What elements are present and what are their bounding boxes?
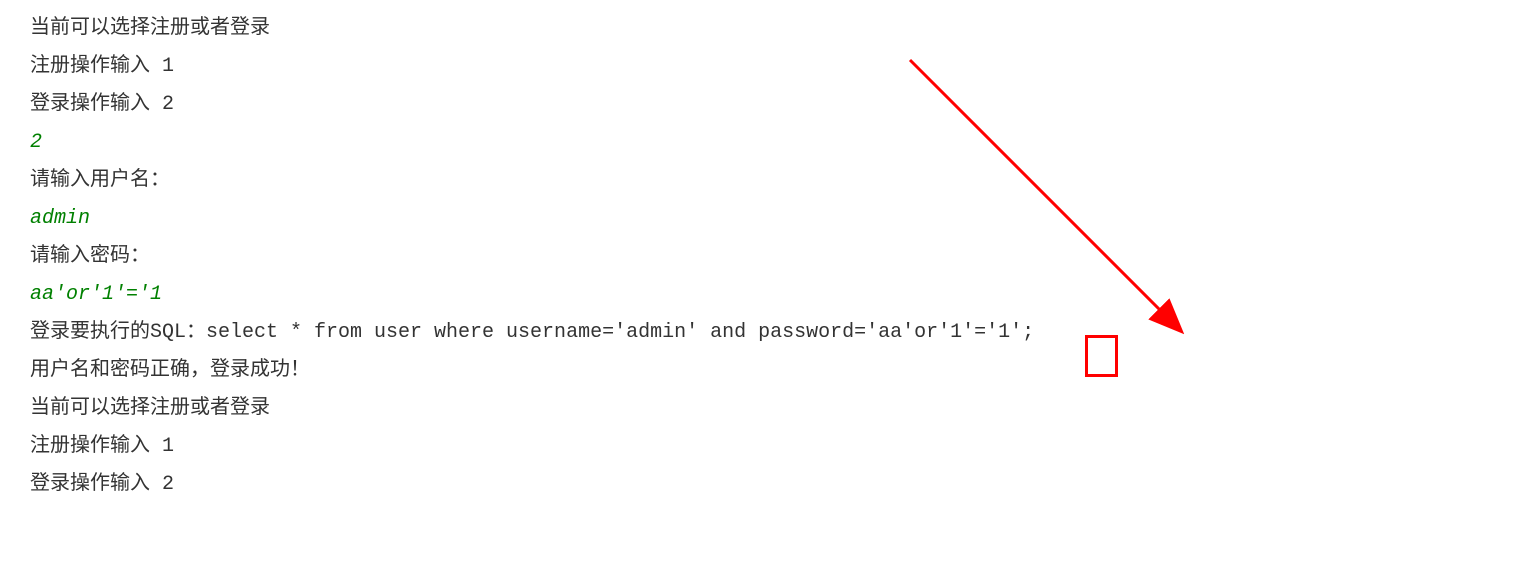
user-input-line: aa'or'1'='1 xyxy=(30,276,1490,314)
terminal-output: 当前可以选择注册或者登录 注册操作输入 1 登录操作输入 2 2 请输入用户名：… xyxy=(30,10,1490,504)
output-line: 当前可以选择注册或者登录 xyxy=(30,390,1490,428)
user-input-line: 2 xyxy=(30,124,1490,162)
output-line: 当前可以选择注册或者登录 xyxy=(30,10,1490,48)
output-line: 用户名和密码正确，登录成功！ xyxy=(30,352,1490,390)
sql-output-line: 登录要执行的SQL：select * from user where usern… xyxy=(30,314,1490,352)
output-line: 注册操作输入 1 xyxy=(30,48,1490,86)
output-line: 请输入密码： xyxy=(30,238,1490,276)
output-line: 登录操作输入 2 xyxy=(30,86,1490,124)
output-line: 请输入用户名： xyxy=(30,162,1490,200)
output-line: 登录操作输入 2 xyxy=(30,466,1490,504)
output-line: 注册操作输入 1 xyxy=(30,428,1490,466)
user-input-line: admin xyxy=(30,200,1490,238)
